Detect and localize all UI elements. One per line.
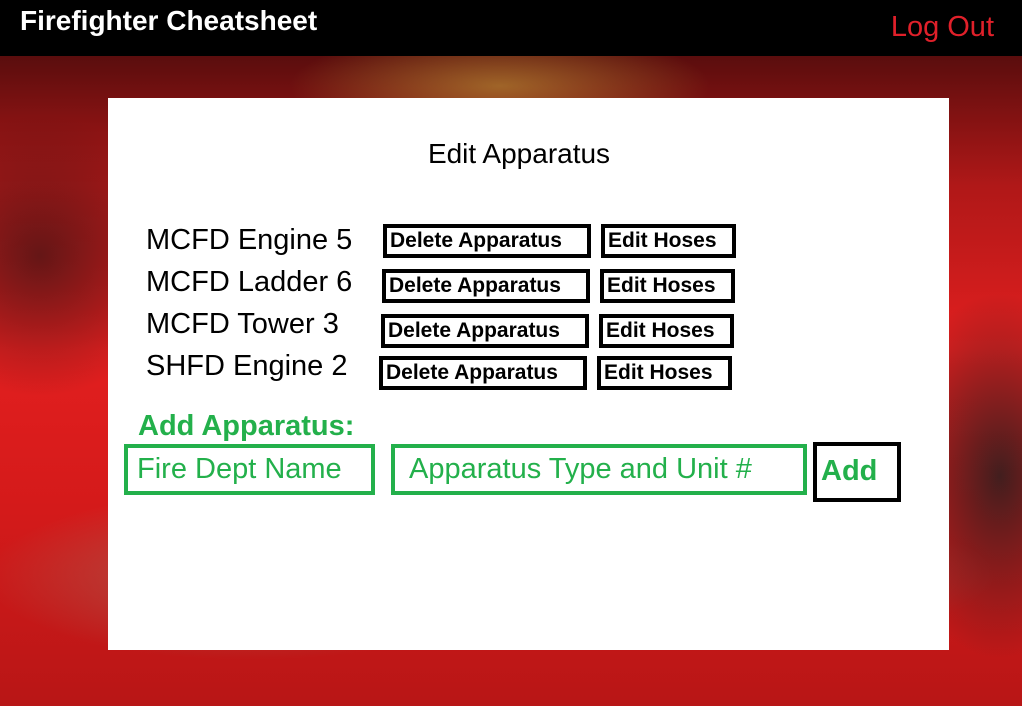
apparatus-name: MCFD Tower 3 xyxy=(146,308,339,340)
delete-apparatus-button[interactable]: Delete Apparatus xyxy=(382,269,590,303)
delete-apparatus-button[interactable]: Delete Apparatus xyxy=(383,224,591,258)
logout-link[interactable]: Log Out xyxy=(891,11,994,44)
edit-hoses-button[interactable]: Edit Hoses xyxy=(599,314,734,348)
top-bar: Firefighter Cheatsheet Log Out xyxy=(0,0,1022,56)
apparatus-name: MCFD Engine 5 xyxy=(146,224,353,256)
edit-hoses-button[interactable]: Edit Hoses xyxy=(601,224,736,258)
apparatus-name: SHFD Engine 2 xyxy=(146,350,348,382)
apparatus-name: MCFD Ladder 6 xyxy=(146,266,353,298)
delete-apparatus-button[interactable]: Delete Apparatus xyxy=(379,356,587,390)
delete-apparatus-button[interactable]: Delete Apparatus xyxy=(381,314,589,348)
edit-hoses-button[interactable]: Edit Hoses xyxy=(597,356,732,390)
edit-apparatus-panel: Edit Apparatus MCFD Engine 5 Delete Appa… xyxy=(108,98,949,650)
page-title: Edit Apparatus xyxy=(427,138,611,169)
fire-dept-name-input[interactable]: Fire Dept Name xyxy=(124,444,375,495)
edit-hoses-button[interactable]: Edit Hoses xyxy=(600,269,735,303)
app-title: Firefighter Cheatsheet xyxy=(20,5,318,36)
add-apparatus-heading: Add Apparatus: xyxy=(138,410,355,442)
apparatus-type-input[interactable]: Apparatus Type and Unit # xyxy=(391,444,807,495)
add-apparatus-button[interactable]: Add xyxy=(813,442,901,502)
